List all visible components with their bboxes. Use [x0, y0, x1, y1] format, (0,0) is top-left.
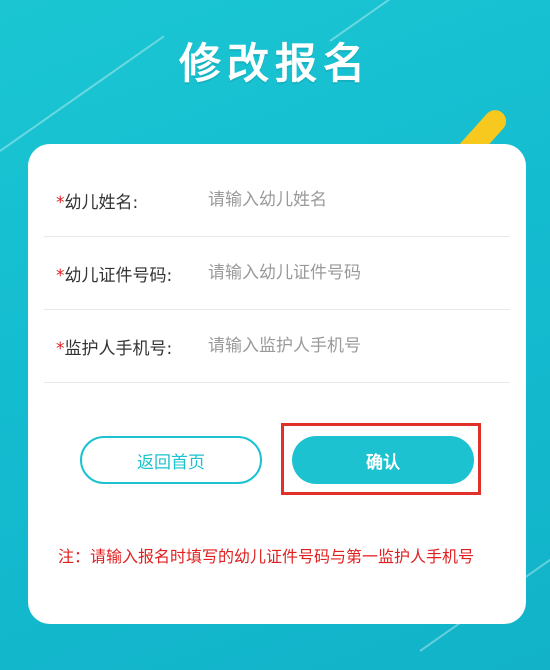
back-home-button[interactable]: 返回首页: [80, 436, 262, 484]
guardian-phone-label: *监护人手机号:: [44, 334, 206, 359]
required-mark: *: [56, 265, 65, 286]
child-id-row: *幼儿证件号码:: [44, 237, 510, 310]
form-card: *幼儿姓名: *幼儿证件号码: *监护人手机号: 返回首页 确认 注：请输入报名…: [28, 144, 526, 624]
required-mark: *: [56, 338, 65, 359]
child-name-label: *幼儿姓名:: [44, 188, 206, 213]
confirm-highlight-box: [281, 423, 481, 495]
required-mark: *: [56, 192, 65, 213]
note-text: 注：请输入报名时填写的幼儿证件号码与第一监护人手机号: [58, 547, 475, 566]
guardian-phone-label-text: 监护人手机号:: [64, 338, 173, 359]
guardian-phone-row: *监护人手机号:: [44, 310, 510, 383]
child-id-label: *幼儿证件号码:: [44, 261, 206, 286]
page-title: 修改报名: [178, 39, 371, 88]
child-id-input[interactable]: [206, 262, 510, 284]
child-name-row: *幼儿姓名:: [44, 164, 510, 237]
guardian-phone-input[interactable]: [206, 335, 510, 357]
child-name-input[interactable]: [206, 189, 510, 211]
child-name-label-text: 幼儿姓名:: [64, 192, 139, 213]
child-id-label-text: 幼儿证件号码:: [64, 265, 173, 286]
